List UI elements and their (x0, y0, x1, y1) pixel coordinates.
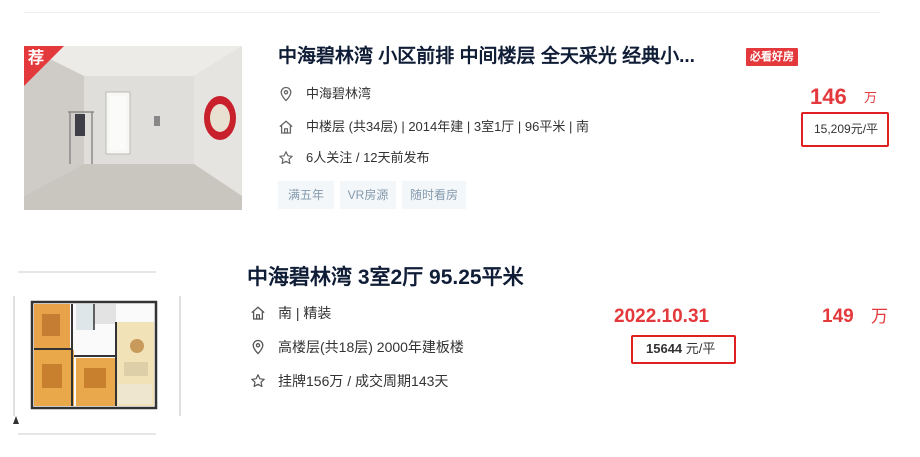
follow-info: 6人关注 / 12天前发布 (306, 150, 430, 165)
unit-price-suffix: 元/平 (682, 341, 716, 356)
star-icon (279, 151, 293, 165)
listing2-floorplan[interactable] (6, 266, 186, 442)
listing2-title[interactable]: 中海碧林湾 3室2厅 95.25平米 (247, 264, 524, 292)
top-divider (24, 12, 880, 13)
listing1-photo[interactable]: 荐 (24, 46, 242, 210)
location-pin-icon (280, 86, 292, 102)
listing2-unit-price: 15644 元/平 (646, 341, 715, 357)
listing1-title[interactable]: 中海碧林湾 小区前排 中间楼层 全天采光 经典小... (278, 44, 695, 70)
tag-five-years: 满五年 (278, 181, 334, 209)
listing1-unit-price: 15,209元/平 (814, 122, 879, 136)
recommend-badge: 荐 (28, 50, 45, 67)
community-link[interactable]: 中海碧林湾 (306, 85, 371, 103)
deal-date: 2022.10.31 (614, 306, 710, 327)
floorplan-illustration (13, 271, 181, 435)
unit-price-value: 15644 (646, 341, 683, 356)
listing1-total-price: 146 (810, 84, 847, 109)
listing2-total-price-unit: 万 (871, 307, 888, 326)
floor-info: 高楼层(共18层) 2000年建板楼 (278, 339, 464, 355)
tag-vr: VR房源 (340, 181, 396, 209)
house-icon (251, 306, 265, 320)
tag-anytime-view: 随时看房 (402, 181, 466, 209)
star-icon (251, 374, 265, 388)
orientation-decor: 南 | 精装 (278, 305, 332, 321)
house-info: 中楼层 (共34层) | 2014年建 | 3室1厅 | 96平米 | 南 (306, 119, 589, 134)
listing1-total-price-unit: 万 (864, 90, 878, 105)
must-see-badge: 必看好房 (746, 48, 798, 66)
location-pin-icon (252, 339, 264, 355)
house-icon (279, 120, 293, 134)
deal-info: 挂牌156万 / 成交周期143天 (278, 373, 449, 389)
listing2-total-price: 149 (822, 306, 854, 327)
